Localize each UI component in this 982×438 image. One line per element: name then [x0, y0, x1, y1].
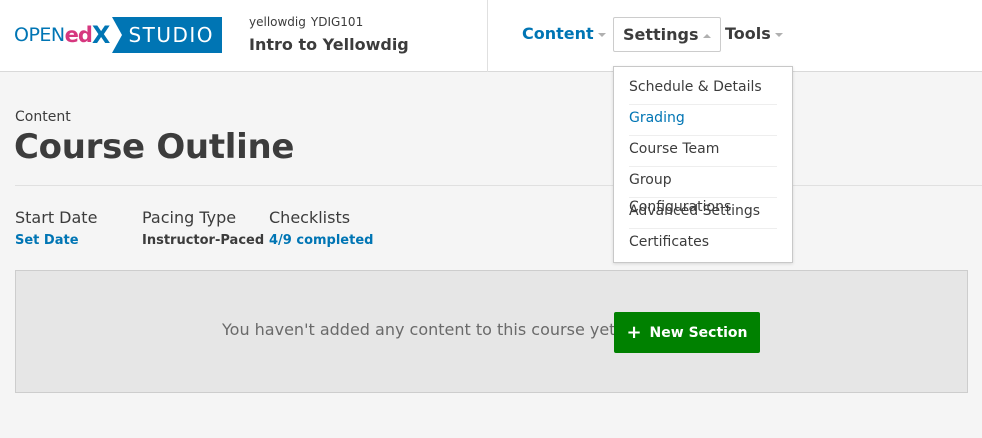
menu-item-grading[interactable]: Grading: [629, 105, 777, 136]
checklists-status: Checklists 4/9 completed: [269, 207, 373, 248]
header: OPEN ed X STUDIO yellowdig YDIG101 Intro to …: [0, 0, 982, 72]
logo-ed-text: ed: [64, 23, 93, 47]
course-org-number: yellowdig YDIG101: [249, 15, 363, 29]
chevron-down-icon: [774, 32, 783, 37]
pacing-type-status: Pacing Type Instructor-Paced: [142, 207, 264, 248]
logo-studio-text: STUDIO: [112, 17, 223, 53]
settings-menu-list: Schedule & Details Grading Course Team G…: [629, 74, 777, 260]
page-title: Course Outline: [14, 127, 295, 167]
chevron-down-icon: [597, 32, 606, 37]
pacing-type-value: Instructor-Paced: [142, 233, 265, 248]
nav-settings-menu[interactable]: Settings: [613, 17, 721, 52]
new-section-label: New Section: [649, 325, 748, 341]
nav-content-menu[interactable]: Content: [512, 17, 616, 52]
course-title[interactable]: Intro to Yellowdig: [249, 35, 409, 54]
course-org: yellowdig: [249, 15, 306, 29]
logo-open-text: OPEN: [14, 24, 65, 46]
menu-item-advanced-settings[interactable]: Advanced Settings: [629, 198, 777, 229]
nav-divider: [487, 0, 488, 72]
nav-settings-label: Settings: [623, 25, 699, 44]
chevron-up-icon: [702, 33, 711, 38]
nav-tools-menu[interactable]: Tools: [715, 17, 793, 52]
menu-item-course-team[interactable]: Course Team: [629, 136, 777, 167]
menu-item-schedule-details[interactable]: Schedule & Details: [629, 74, 777, 105]
page-subtitle: Content: [15, 109, 71, 125]
settings-dropdown: Schedule & Details Grading Course Team G…: [613, 66, 793, 263]
course-number: YDIG101: [310, 15, 364, 29]
divider: [15, 185, 982, 186]
studio-logo[interactable]: OPEN ed X STUDIO: [14, 17, 223, 53]
logo-x-text: X: [91, 21, 111, 49]
empty-outline-message: You haven't added any content to this co…: [222, 320, 621, 339]
nav-tools-label: Tools: [725, 24, 771, 43]
pacing-type-label: Pacing Type: [142, 208, 237, 227]
menu-item-certificates[interactable]: Certificates: [629, 229, 777, 260]
plus-icon: +: [626, 322, 642, 343]
new-section-button[interactable]: + New Section: [614, 312, 760, 353]
nav-content-label: Content: [522, 24, 594, 43]
checklists-label: Checklists: [269, 208, 351, 227]
menu-item-group-configurations[interactable]: Group Configurations: [629, 167, 777, 215]
start-date-label: Start Date: [15, 208, 98, 227]
checklists-progress-link[interactable]: 4/9 completed: [269, 233, 373, 248]
set-date-link[interactable]: Set Date: [15, 233, 97, 248]
start-date-status: Start Date Set Date: [15, 207, 97, 248]
